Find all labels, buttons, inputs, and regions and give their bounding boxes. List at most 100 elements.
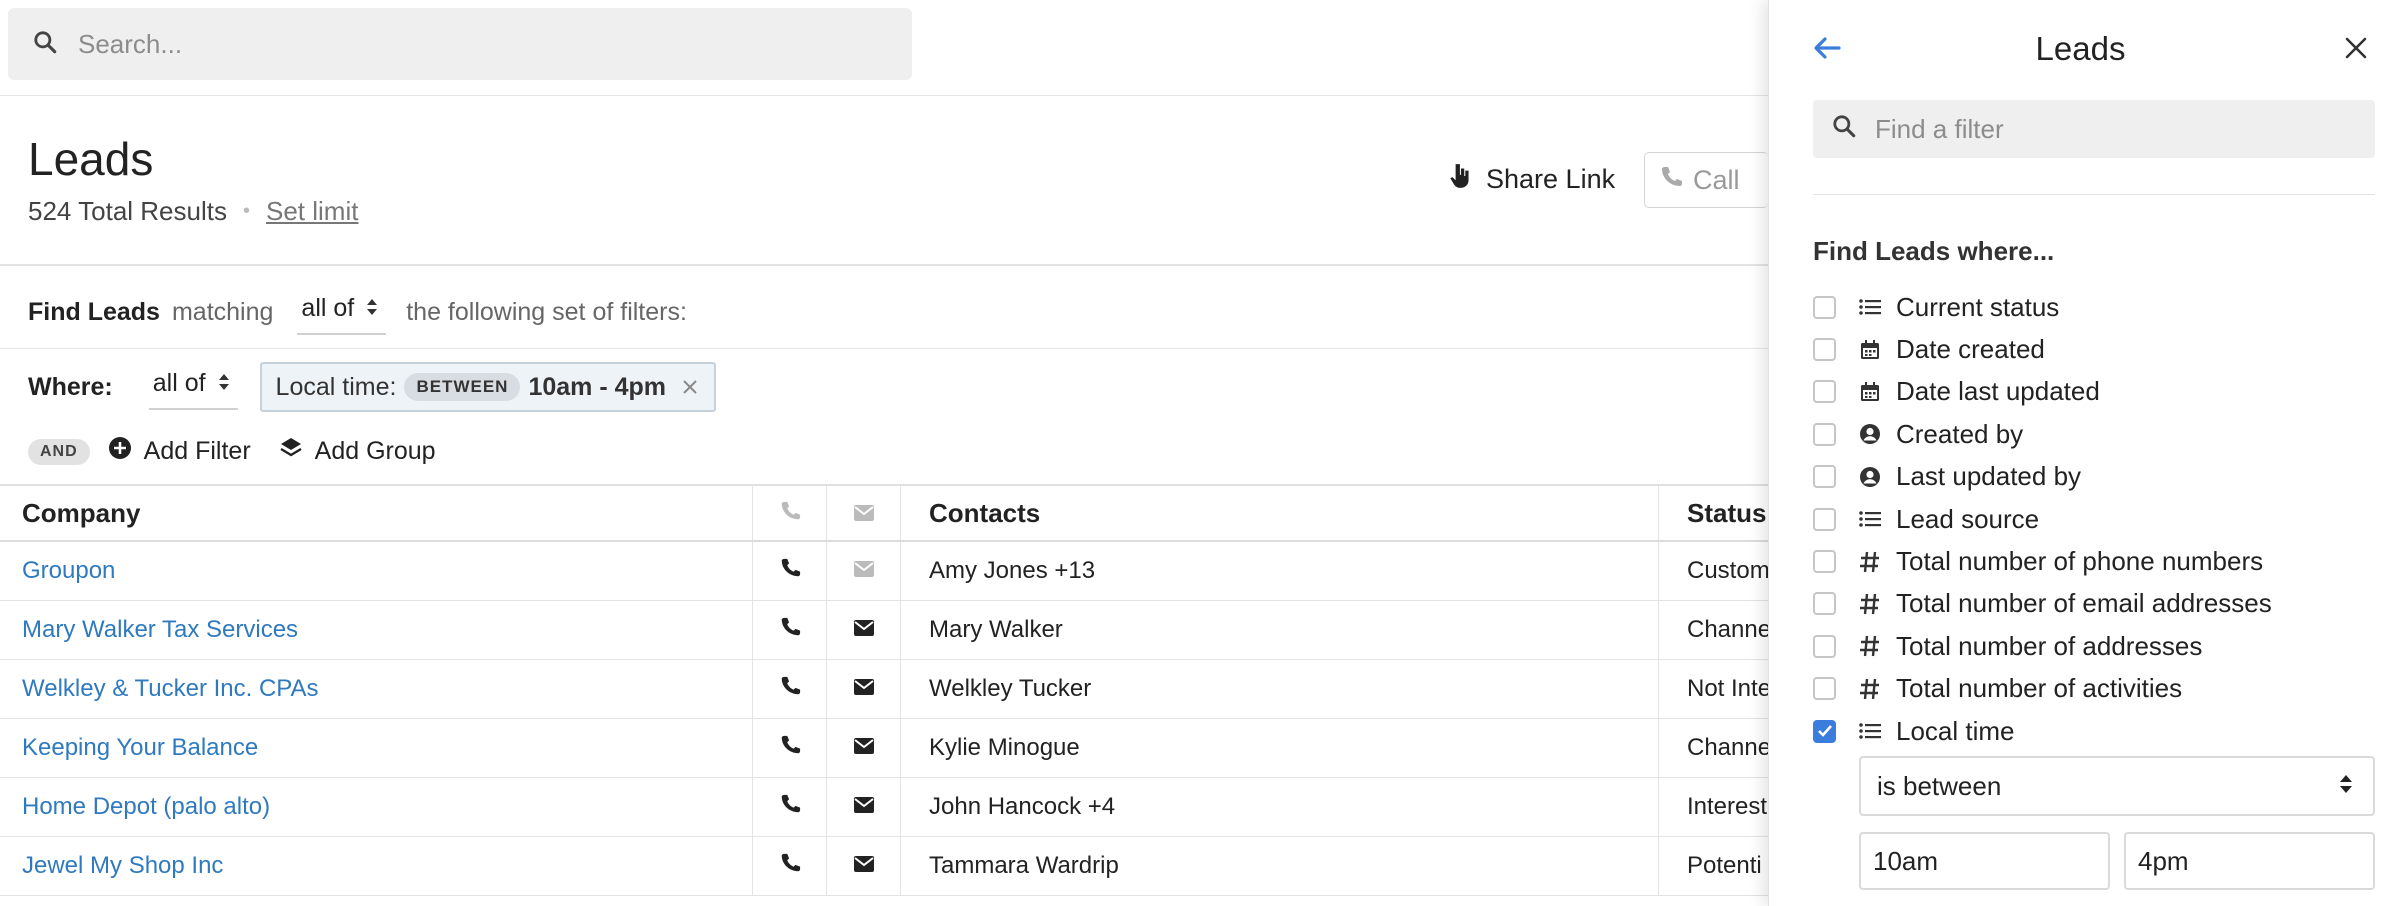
table-row[interactable]: Home Depot (palo alto) John Hancock +4 I… <box>0 778 1768 837</box>
company-link[interactable]: Mary Walker Tax Services <box>0 616 752 644</box>
phone-cell[interactable] <box>752 542 826 600</box>
filter-label: Current status <box>1896 291 2060 322</box>
phone-cell[interactable] <box>752 778 826 836</box>
col-company[interactable]: Company <box>0 498 752 529</box>
checkbox[interactable] <box>1813 507 1836 531</box>
table-row[interactable]: Groupon Amy Jones +13 Custom <box>0 542 1768 601</box>
filter-label: Last updated by <box>1896 461 2082 492</box>
filter-item-email-addresses[interactable]: Total number of email addresses <box>1813 583 2375 625</box>
email-cell[interactable] <box>826 601 900 659</box>
filter-item-date-created[interactable]: Date created <box>1813 328 2375 370</box>
email-cell[interactable] <box>826 660 900 718</box>
phone-cell[interactable] <box>752 719 826 777</box>
col-status[interactable]: Status <box>1658 486 1768 540</box>
value-inputs: 10am 4pm <box>1859 832 2375 890</box>
filter-label: Local time <box>1896 715 2015 746</box>
panel-divider <box>1813 194 2375 195</box>
where-row: Where: all of Local time: BETWEEN 10am -… <box>28 362 716 412</box>
email-cell[interactable] <box>826 778 900 836</box>
checkbox[interactable] <box>1813 592 1836 616</box>
remove-filter-icon[interactable] <box>682 373 698 402</box>
search-input[interactable]: Search... <box>8 8 912 80</box>
where-mode-select[interactable]: all of <box>148 365 238 410</box>
company-link[interactable]: Jewel My Shop Inc <box>0 852 752 880</box>
checkbox-checked[interactable] <box>1813 719 1836 743</box>
phone-cell[interactable] <box>752 837 826 895</box>
filter-item-lead-source[interactable]: Lead source <box>1813 498 2375 540</box>
col-phone[interactable] <box>752 486 826 540</box>
email-cell[interactable] <box>826 719 900 777</box>
filter-chip-local-time[interactable]: Local time: BETWEEN 10am - 4pm <box>259 362 716 412</box>
phone-cell[interactable] <box>752 660 826 718</box>
phone-icon <box>779 793 801 822</box>
filter-item-current-status[interactable]: Current status <box>1813 286 2375 328</box>
contacts-cell: Kylie Minogue <box>900 719 1658 777</box>
chip-field: Local time: <box>275 372 397 401</box>
checkbox[interactable] <box>1813 550 1836 574</box>
table-row[interactable]: Keeping Your Balance Kylie Minogue Chann… <box>0 719 1768 778</box>
app-root: Search... Leads 524 Total Results • Set … <box>0 0 2392 906</box>
contacts-cell: Amy Jones +13 <box>900 542 1658 600</box>
envelope-icon <box>853 793 875 821</box>
condition-select[interactable]: is between <box>1859 756 2375 816</box>
table-row[interactable]: Welkley & Tucker Inc. CPAs Welkley Tucke… <box>0 660 1768 719</box>
filter-search-input[interactable]: Find a filter <box>1813 100 2375 158</box>
top-bar: Search... <box>0 0 1768 96</box>
set-limit-link[interactable]: Set limit <box>266 196 358 227</box>
panel-title: Leads <box>2035 30 2126 67</box>
phone-icon <box>779 616 801 645</box>
company-link[interactable]: Home Depot (palo alto) <box>0 793 752 821</box>
add-group-button[interactable]: Add Group <box>279 436 436 467</box>
add-filter-button[interactable]: Add Filter <box>108 436 251 467</box>
value-to-input[interactable]: 4pm <box>2124 832 2375 890</box>
filter-item-local-time[interactable]: Local time <box>1813 710 2375 752</box>
filter-item-addresses[interactable]: Total number of addresses <box>1813 625 2375 667</box>
company-link[interactable]: Keeping Your Balance <box>0 734 752 762</box>
status-cell: Not Inte <box>1658 660 1768 718</box>
sort-arrows-icon <box>2339 771 2353 802</box>
share-link-button[interactable]: Share Link <box>1448 162 1615 197</box>
checkbox[interactable] <box>1813 465 1836 489</box>
filter-sentence: Find Leads matching all of the following… <box>28 290 687 335</box>
value-from-input[interactable]: 10am <box>1859 832 2110 890</box>
checkbox[interactable] <box>1813 295 1836 319</box>
filter-item-date-last-updated[interactable]: Date last updated <box>1813 371 2375 413</box>
filter-label: Total number of email addresses <box>1896 588 2272 619</box>
envelope-icon <box>853 498 875 529</box>
results-summary: 524 Total Results • Set limit <box>28 196 358 227</box>
phone-cell[interactable] <box>752 601 826 659</box>
checkbox[interactable] <box>1813 338 1836 362</box>
company-link[interactable]: Groupon <box>0 557 752 585</box>
user-circle-icon <box>1858 423 1882 445</box>
match-mode-select[interactable]: all of <box>297 290 387 335</box>
condition-value: is between <box>1877 770 2002 801</box>
email-cell[interactable] <box>826 837 900 895</box>
status-cell: Channe <box>1658 601 1768 659</box>
separator-dot: • <box>242 200 250 222</box>
phone-icon <box>1659 165 1683 196</box>
checkbox[interactable] <box>1813 380 1836 404</box>
list-icon <box>1858 722 1882 740</box>
filter-item-created-by[interactable]: Created by <box>1813 413 2375 455</box>
phone-icon <box>779 734 801 763</box>
col-email[interactable] <box>826 486 900 540</box>
filter-item-phone-numbers[interactable]: Total number of phone numbers <box>1813 540 2375 582</box>
checkbox[interactable] <box>1813 677 1836 701</box>
call-button[interactable]: Call <box>1644 152 1768 208</box>
company-link[interactable]: Welkley & Tucker Inc. CPAs <box>0 675 752 703</box>
list-icon <box>1858 298 1882 316</box>
table-row[interactable]: Jewel My Shop Inc Tammara Wardrip Potent… <box>0 837 1768 896</box>
filter-divider <box>0 348 1768 349</box>
email-cell <box>826 542 900 600</box>
filter-item-activities[interactable]: Total number of activities <box>1813 668 2375 710</box>
checkbox[interactable] <box>1813 634 1836 658</box>
close-icon[interactable] <box>2344 36 2368 65</box>
header-divider <box>0 264 1768 266</box>
share-hand-icon <box>1448 162 1474 197</box>
hash-icon <box>1858 678 1882 700</box>
col-contacts[interactable]: Contacts <box>900 486 1658 540</box>
table-row[interactable]: Mary Walker Tax Services Mary Walker Cha… <box>0 601 1768 660</box>
checkbox[interactable] <box>1813 422 1836 446</box>
filter-item-last-updated-by[interactable]: Last updated by <box>1813 456 2375 498</box>
status-cell: Interest <box>1658 778 1768 836</box>
